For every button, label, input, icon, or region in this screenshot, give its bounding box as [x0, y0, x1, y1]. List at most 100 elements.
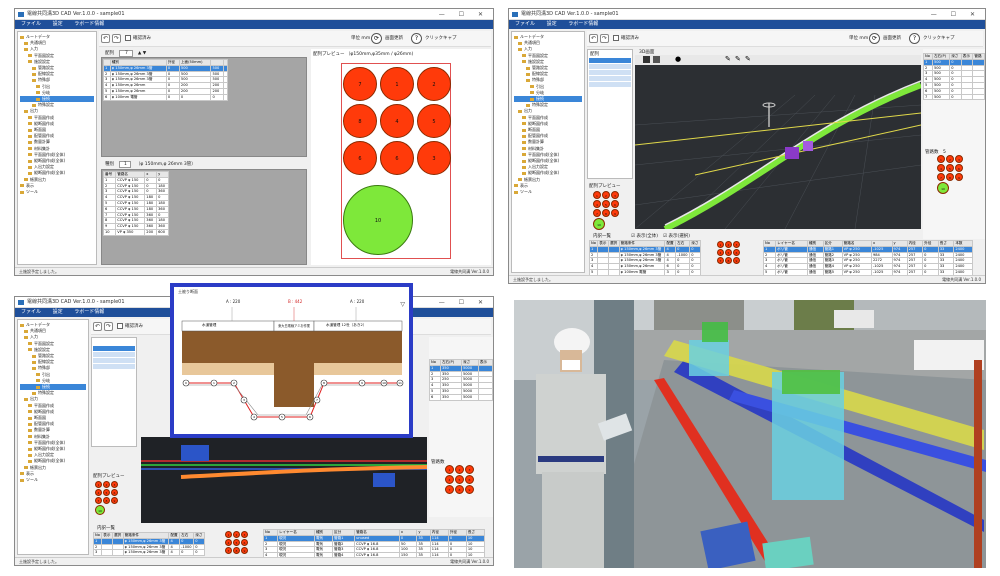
pipe-circle[interactable]: 7 — [343, 67, 377, 101]
table-cell: 4 — [168, 549, 181, 557]
view-3d[interactable] — [635, 65, 921, 229]
mini-pipe-circle-large: 10 — [937, 182, 949, 194]
route-node-label: 3 — [243, 398, 245, 402]
pipe-circle[interactable]: 4 — [380, 104, 414, 138]
refresh-icon[interactable]: ⟳ — [371, 33, 382, 44]
window-controls[interactable]: — ☐ ✕ — [439, 9, 489, 20]
redo-icon[interactable]: ↷ — [104, 322, 113, 331]
menu-info[interactable]: ラボード情報 — [74, 21, 104, 27]
rack-select[interactable]: 7 — [119, 50, 134, 57]
quick-check-icon[interactable]: ? — [411, 33, 422, 44]
menu-file[interactable]: ファイル — [21, 21, 41, 27]
rack-row[interactable] — [93, 364, 135, 369]
rack-list[interactable]: 配列 — [587, 49, 633, 179]
pipe-circle[interactable]: 3 — [417, 141, 451, 175]
confirmed-checkbox[interactable] — [117, 323, 123, 329]
project-tree[interactable]: ルートデータ 共通項目 入力 平面図設定 施設設定 管路設定 配線設定 特殊部 引出 分岐 接続 特殊… — [511, 31, 585, 273]
ar-scene — [514, 300, 986, 568]
table-row[interactable]: 7 500 0 — [923, 93, 985, 101]
light-icon[interactable]: ● — [675, 55, 681, 63]
table-cell — [101, 549, 113, 557]
table-cell: 350 — [439, 393, 462, 401]
pipe-circle[interactable]: 2 — [417, 67, 451, 101]
refresh-label: 画面更新 — [385, 36, 403, 41]
toolbar: ↶ ↷ 確認済み 単位 mm ⟳ 画面更新 ? クリックキャプ — [99, 31, 491, 47]
pipe-layer-table[interactable]: No レイヤー名 種別 区分 管路名 x y 内径 外径 長さ 1 現況 電気 管路1 unused 0 35 1… — [263, 529, 486, 559]
tool-icon[interactable]: ✎ — [735, 55, 741, 63]
confirmed-checkbox[interactable] — [613, 35, 619, 41]
table-row[interactable]: 3φ 150mm,φ 26mm 3管 4 0 0 — [92, 549, 205, 557]
layer-table[interactable]: No 左右(P) 深さ 表示 1 350 5000 2 350 5000 3 250 5000 4 350 5… — [429, 359, 493, 401]
pipe-circle[interactable]: 6 — [343, 141, 377, 175]
pipe-position-table[interactable]: 番号 管路名 x y 1 CCVP φ 150 0 0 2 CCVP φ 150 0 180 3 CCVP… — [102, 171, 169, 236]
show-all-toggle[interactable]: ☑ 表示(全体) — [631, 233, 658, 239]
rack-row[interactable] — [589, 58, 631, 63]
mini-pipe-circle-large: 10 — [95, 505, 105, 515]
redo-icon[interactable]: ↷ — [112, 34, 121, 43]
menu-file[interactable]: ファイル — [21, 309, 41, 315]
redo-icon[interactable]: ↷ — [600, 34, 609, 43]
pipe-circle[interactable]: 5 — [417, 104, 451, 138]
show-selected-toggle[interactable]: ☑ 表示(選択) — [663, 233, 690, 239]
rack-list[interactable] — [91, 337, 137, 447]
menu-settings[interactable]: 設定 — [53, 309, 63, 315]
table-row[interactable]: 6φ 100mm 電管 0 0 0 — [103, 93, 228, 101]
undo-icon[interactable]: ↶ — [93, 322, 102, 331]
bottom-panel: 内訳一覧 ☑ 表示(全体) ☑ 表示(選択) No 表示 選択 管路条件 配置 左右 深さ 1… — [587, 233, 985, 276]
refresh-icon[interactable]: ⟳ — [869, 33, 880, 44]
mini-pipe-circle: 7 — [445, 485, 454, 494]
pipe-circle[interactable]: 8 — [343, 104, 377, 138]
pipe-circle-large[interactable]: 10 — [343, 185, 413, 255]
tree-item[interactable]: ツール — [514, 189, 582, 195]
cube-icon[interactable] — [653, 56, 660, 63]
confirmed-checkbox[interactable] — [125, 35, 131, 41]
refresh-label: 画面更新 — [883, 36, 901, 41]
mini-pipe-circle: 3 — [611, 191, 619, 199]
menu-settings[interactable]: 設定 — [53, 21, 63, 27]
pipe-circle[interactable]: 1 — [380, 67, 414, 101]
move-up-icon[interactable]: ▲ — [138, 51, 141, 56]
window-controls[interactable]: — ☐ ✕ — [439, 297, 489, 308]
breakdown-table[interactable]: No 表示 選択 管路条件 配置 左右 深さ 1 φ 150mm,φ 26mm 3管 4 0 0 2 φ … — [588, 240, 701, 276]
table-row[interactable]: 10 VP φ 350 200 600 — [102, 228, 169, 236]
mini-pipe-circle: 2 — [602, 191, 610, 199]
project-tree[interactable]: ルートデータ 共通項目 入力 平面図設定 施設設定 管路設定 配線設定 特殊部 引出 分岐 接続 特殊… — [17, 319, 89, 555]
project-tree[interactable]: ルートデータ 共通項目 入力 平面図設定 施設設定 管路設定 配線設定 特殊部 引出 分岐 接続 特殊… — [17, 31, 97, 265]
menu-info[interactable]: ラボード情報 — [568, 21, 598, 27]
rack-row[interactable] — [93, 346, 135, 351]
sub-select[interactable]: 1 — [119, 161, 132, 168]
quick-check-icon[interactable]: ? — [909, 33, 920, 44]
ar-special-box — [782, 370, 840, 394]
tool-icon[interactable]: ✎ — [725, 55, 731, 63]
car — [914, 340, 984, 370]
move-down-icon[interactable]: ▼ — [143, 51, 146, 56]
rack-row[interactable] — [93, 352, 135, 357]
tree-item[interactable]: ツール — [20, 477, 86, 483]
pipe-layer-table[interactable]: No レイヤー名 種別 区分 管路名 x y 内径 外径 長さ 本数 1 ポリ管 通信 管路1 VP φ 25… — [762, 240, 973, 276]
rack-row[interactable] — [93, 358, 135, 363]
rack-table[interactable]: 種別 外径 上面(50mm) 1 φ 150mm,φ 26mm 3管 0 500 500 2 φ … — [103, 59, 228, 101]
undo-icon[interactable]: ↶ — [101, 34, 110, 43]
mini-pipe-circle: 1 — [593, 191, 601, 199]
tool-icon[interactable]: ✎ — [745, 55, 751, 63]
menu-file[interactable]: ファイル — [515, 21, 535, 27]
view-3d[interactable] — [141, 437, 427, 523]
mini-pipe-circle: 7 — [225, 547, 232, 554]
tree-item[interactable]: ツール — [20, 189, 94, 195]
pipe-circle[interactable]: 6 — [380, 141, 414, 175]
breakdown-table[interactable]: No 表示 選択 管路条件 配置 左右 深さ 1 φ 150mm,φ 26mm 3管 4 0 0 2 φ … — [92, 532, 205, 557]
cross-section-dialog[interactable]: 土被り断面 ▽ A : 220 B : 442 A : 220 01234567… — [170, 283, 413, 438]
window-controls[interactable]: — ☐ ✕ — [931, 9, 981, 20]
rack-row[interactable] — [589, 82, 631, 87]
menu-info[interactable]: ラボード情報 — [74, 309, 104, 315]
rack-row[interactable] — [589, 64, 631, 69]
rack-row[interactable] — [589, 70, 631, 75]
mini-pipe-circle: 4 — [937, 164, 945, 172]
camera-icon[interactable] — [643, 56, 650, 63]
menu-settings[interactable]: 設定 — [547, 21, 557, 27]
pipe-mini-preview: 1 2 3 4 5 6 7 8 9 10 — [937, 155, 977, 194]
undo-icon[interactable]: ↶ — [589, 34, 598, 43]
table-row[interactable]: 6 350 5000 — [429, 393, 493, 401]
rack-row[interactable] — [589, 76, 631, 81]
layer-table[interactable]: No 左右(P) 深さ 表示 管路 1 500 0 2 500 0 3 500 0 4 500 0 5 500 0 6 5… — [923, 53, 985, 101]
